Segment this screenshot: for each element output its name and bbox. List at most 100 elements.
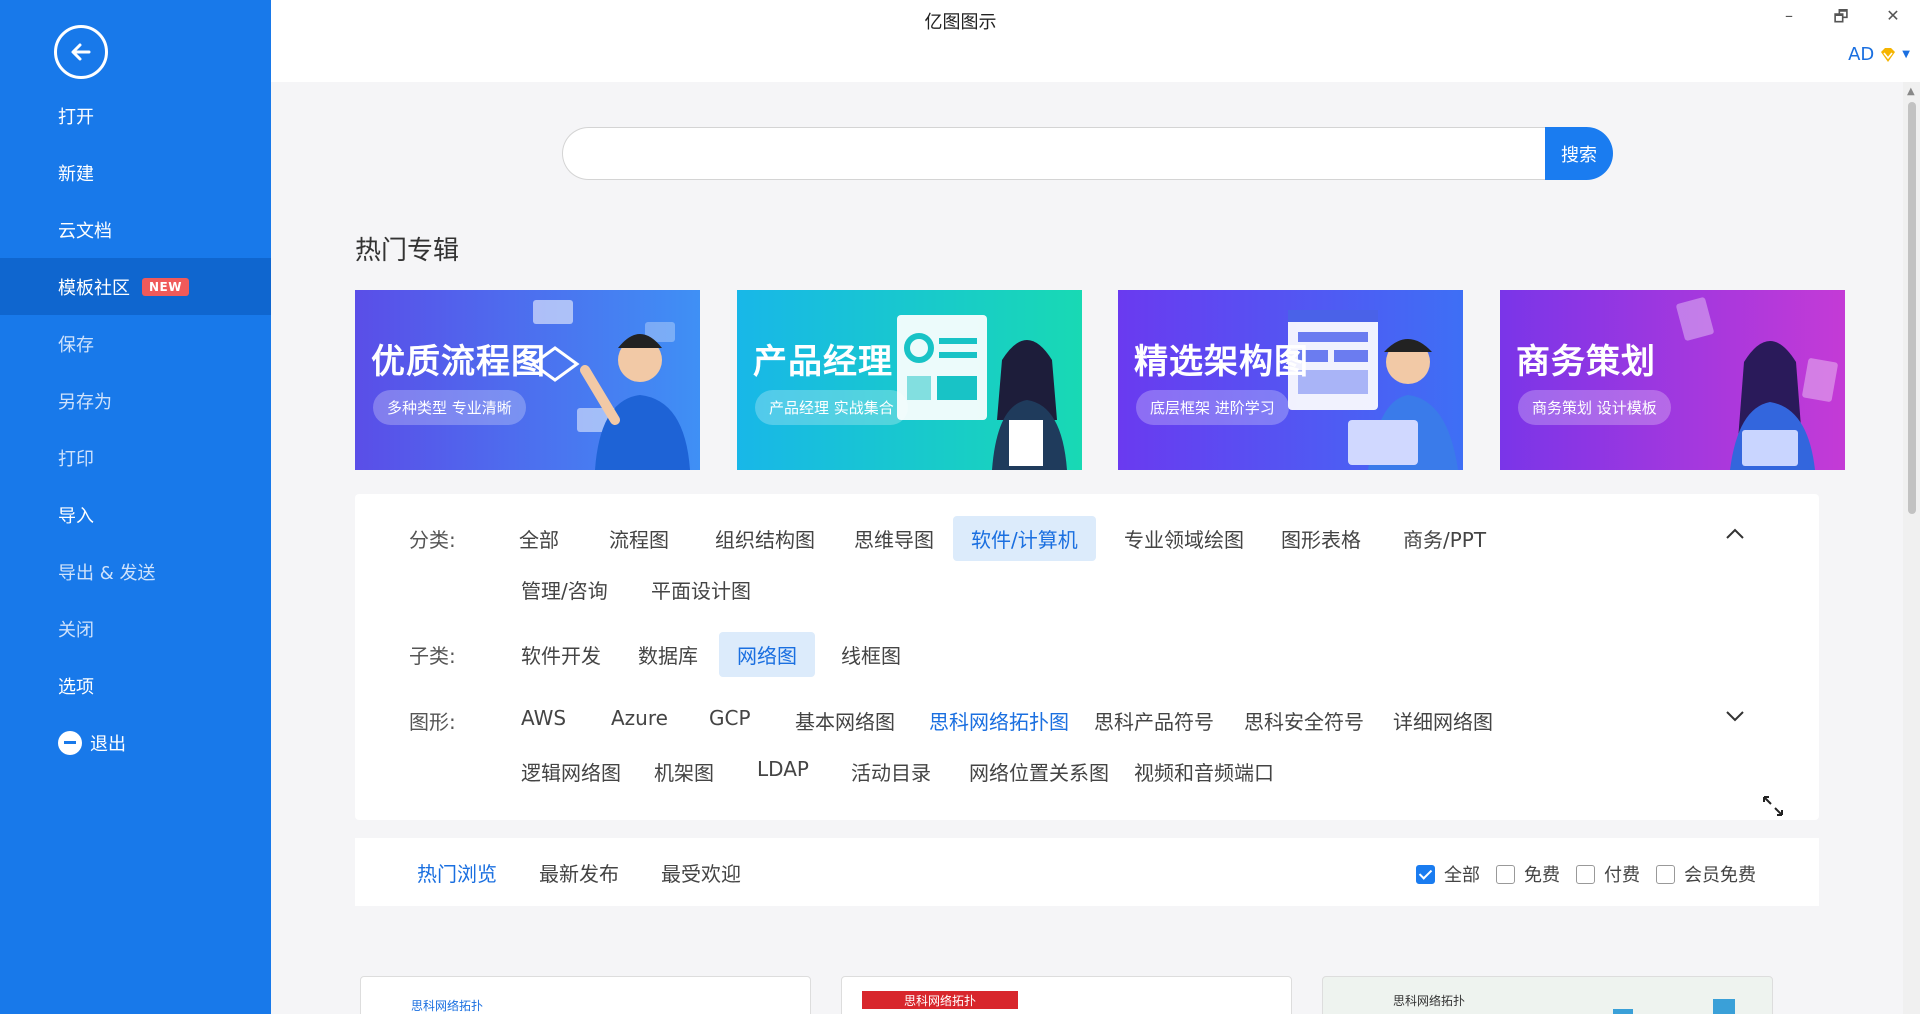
filter-panel: 分类: 全部 流程图 组织结构图 思维导图 软件/计算机 专业领域绘图 图形表格… [355, 494, 1819, 820]
checkbox-unchecked [1576, 864, 1595, 884]
checkbox-unchecked [1496, 864, 1515, 884]
scrollbar-thumb[interactable] [1908, 102, 1916, 514]
shape-cisco-product-symbols[interactable]: 思科产品符号 [1076, 698, 1232, 743]
shape-active-directory[interactable]: 活动目录 [833, 749, 949, 794]
shape-cisco-topology[interactable]: 思科网络拓扑图 [911, 698, 1087, 743]
shape-label: 图形: [409, 710, 456, 734]
title-bar: 亿图图示 – 🗗 ✕ AD ▼ [271, 0, 1920, 82]
sidebar-item-new[interactable]: 新建 [0, 144, 271, 201]
category-flowchart[interactable]: 流程图 [591, 516, 687, 561]
sidebar-item-save-as[interactable]: 另存为 [0, 372, 271, 429]
minimize-button[interactable]: – [1774, 6, 1804, 25]
card-title: 思科网络拓扑 [904, 994, 977, 1008]
filter-all-checkbox[interactable]: 全部 [1416, 861, 1480, 887]
sidebar-item-open[interactable]: 打开 [0, 87, 271, 144]
banner-business-planning[interactable]: 商务策划 商务策划 设计模板 [1500, 290, 1845, 470]
search-button[interactable]: 搜索 [1545, 127, 1613, 180]
card-decoration [1713, 999, 1735, 1014]
user-initials: AD [1848, 44, 1875, 65]
sidebar-item-cloud-docs[interactable]: 云文档 [0, 201, 271, 258]
checkbox-unchecked [1656, 864, 1675, 884]
vip-diamond-icon [1881, 47, 1896, 62]
expand-arrows-icon[interactable] [1759, 792, 1787, 820]
banner-architecture[interactable]: 精选架构图 底层框架 进阶学习 [1118, 290, 1463, 470]
business-planning-illustration [1676, 297, 1838, 470]
minus-circle-icon [58, 730, 82, 755]
category-business-ppt[interactable]: 商务/PPT [1385, 516, 1504, 561]
chevron-down-icon: ▼ [1902, 49, 1910, 60]
shape-detailed-network[interactable]: 详细网络图 [1375, 698, 1511, 743]
chevron-up-icon[interactable] [1723, 522, 1747, 546]
chevron-down-icon[interactable] [1723, 704, 1747, 728]
sidebar-item-template-community[interactable]: 模板社区 NEW [0, 258, 271, 315]
category-all[interactable]: 全部 [501, 516, 577, 561]
banner-subtitle: 商务策划 设计模板 [1518, 390, 1671, 425]
category-software-computer[interactable]: 软件/计算机 [953, 516, 1096, 561]
vertical-scrollbar[interactable]: ▲ [1903, 82, 1920, 1014]
scroll-up-icon[interactable]: ▲ [1907, 86, 1915, 97]
sidebar-item-exit[interactable]: 退出 [0, 714, 271, 771]
back-button[interactable] [54, 25, 108, 79]
sidebar-item-save[interactable]: 保存 [0, 315, 271, 372]
category-professional-drawing[interactable]: 专业领域绘图 [1106, 516, 1262, 561]
sidebar-item-options[interactable]: 选项 [0, 657, 271, 714]
sidebar: 打开 新建 云文档 模板社区 NEW 保存 另存为 打印 导入 导出 & 发送 … [0, 0, 271, 1014]
template-card[interactable]: 思科网络拓扑 [1322, 976, 1773, 1014]
subcategory-network-diagram[interactable]: 网络图 [719, 632, 815, 677]
subcategory-wireframe[interactable]: 线框图 [823, 632, 919, 677]
shape-ldap[interactable]: LDAP [739, 749, 827, 789]
category-org-chart[interactable]: 组织结构图 [697, 516, 833, 561]
shape-basic-network[interactable]: 基本网络图 [777, 698, 913, 743]
banner-title: 产品经理 [753, 342, 893, 382]
search-input[interactable] [562, 127, 1552, 180]
restore-button[interactable]: 🗗 [1826, 6, 1856, 33]
card-decoration [1613, 1009, 1633, 1014]
shape-gcp[interactable]: GCP [691, 698, 769, 738]
category-label: 分类: [409, 528, 456, 552]
shape-rack[interactable]: 机架图 [636, 749, 732, 794]
app-window: 打开 新建 云文档 模板社区 NEW 保存 另存为 打印 导入 导出 & 发送 … [0, 0, 1920, 1014]
banner-title: 商务策划 [1516, 342, 1656, 382]
shape-cisco-security-symbols[interactable]: 思科安全符号 [1226, 698, 1382, 743]
checkbox-checked [1416, 864, 1435, 884]
banner-subtitle: 多种类型 专业清晰 [373, 390, 526, 425]
shape-logical-network[interactable]: 逻辑网络图 [503, 749, 639, 794]
category-mind-map[interactable]: 思维导图 [836, 516, 952, 561]
shape-av-ports[interactable]: 视频和音频端口 [1116, 749, 1292, 794]
banner-subtitle: 产品经理 实战集合 [755, 390, 908, 425]
category-graphic-tables[interactable]: 图形表格 [1263, 516, 1379, 561]
card-title: 思科网络拓扑 [1393, 994, 1466, 1008]
sidebar-item-close[interactable]: 关闭 [0, 600, 271, 657]
subcategory-software-dev[interactable]: 软件开发 [503, 632, 619, 677]
sidebar-item-print[interactable]: 打印 [0, 429, 271, 486]
category-management-consulting[interactable]: 管理/咨询 [503, 567, 626, 612]
filter-free-checkbox[interactable]: 免费 [1496, 861, 1560, 887]
new-badge: NEW [142, 277, 189, 296]
shape-aws[interactable]: AWS [503, 698, 584, 738]
category-graphic-design[interactable]: 平面设计图 [633, 567, 769, 612]
banner-flowchart[interactable]: 优质流程图 多种类型 专业清晰 [355, 290, 700, 470]
subcategory-label: 子类: [409, 644, 456, 668]
user-account-menu[interactable]: AD ▼ [1848, 44, 1910, 65]
tab-most-popular[interactable]: 最受欢迎 [661, 858, 741, 887]
tab-hot-browse[interactable]: 热门浏览 [417, 858, 497, 887]
tab-latest[interactable]: 最新发布 [539, 858, 619, 887]
shape-azure[interactable]: Azure [593, 698, 686, 738]
search-bar: 搜索 [562, 127, 1613, 180]
close-button[interactable]: ✕ [1878, 6, 1908, 25]
architecture-illustration [1288, 310, 1458, 470]
subcategory-database[interactable]: 数据库 [620, 632, 716, 677]
sidebar-item-import[interactable]: 导入 [0, 486, 271, 543]
filter-paid-checkbox[interactable]: 付费 [1576, 861, 1640, 887]
sidebar-item-export-send[interactable]: 导出 & 发送 [0, 543, 271, 600]
shape-network-location[interactable]: 网络位置关系图 [951, 749, 1127, 794]
window-title: 亿图图示 [924, 12, 997, 33]
filter-member-free-checkbox[interactable]: 会员免费 [1656, 861, 1756, 887]
sort-bar: 热门浏览 最新发布 最受欢迎 全部 免费 付费 会员免费 [355, 838, 1819, 906]
template-card[interactable]: 思科网络拓扑 [841, 976, 1292, 1014]
card-title: 思科网络拓扑 [411, 999, 484, 1013]
section-title: 热门专辑 [355, 236, 460, 266]
template-card[interactable]: 思科网络拓扑 [360, 976, 811, 1014]
banner-product-manager[interactable]: 产品经理 产品经理 实战集合 [737, 290, 1082, 470]
flowchart-illustration [530, 300, 690, 470]
